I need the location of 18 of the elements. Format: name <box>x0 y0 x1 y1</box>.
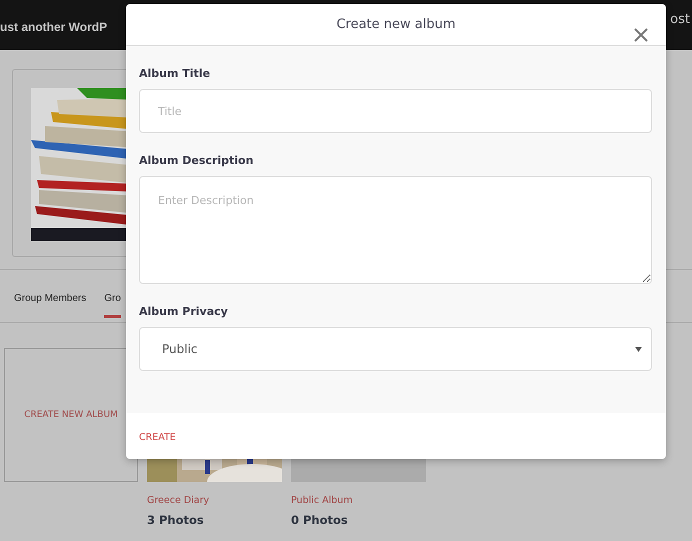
select-field[interactable]: Public <box>139 327 652 371</box>
create-button[interactable]: CREATE <box>139 430 176 442</box>
nav-link[interactable]: ost <box>670 12 692 34</box>
create-album-label: CREATE NEW ALBUM <box>24 410 118 420</box>
close-icon[interactable] <box>634 28 648 42</box>
field-label: Album Description <box>139 154 254 167</box>
field-label: Album Title <box>139 67 212 80</box>
tab[interactable]: Group Members <box>14 278 86 318</box>
caret-icon <box>635 346 642 352</box>
photo-count: 3 Photos <box>147 513 205 527</box>
tab[interactable]: Gro <box>104 278 121 318</box>
text-area[interactable]: Enter Description <box>139 176 652 284</box>
field-label: Album Privacy <box>139 305 229 318</box>
site-tagline: ust another WordP <box>0 20 108 34</box>
modal-title: Create new album <box>336 17 456 34</box>
input-field[interactable]: Title <box>139 89 652 133</box>
album-title[interactable]: Public Album <box>291 495 426 506</box>
photo-count: 0 Photos <box>291 513 349 527</box>
